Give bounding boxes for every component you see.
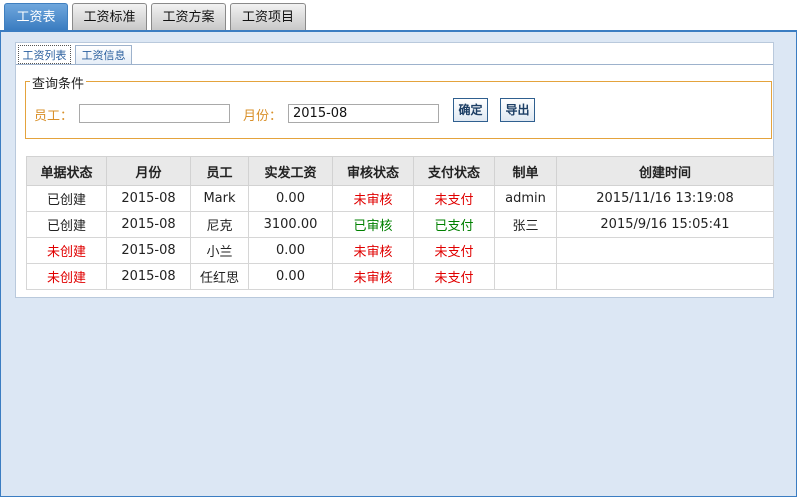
payment-status-cell: 未支付 (413, 185, 495, 212)
month-label: 月份： (243, 109, 283, 124)
employee-cell: 小兰 (190, 237, 249, 264)
net-pay-cell: 0.00 (248, 185, 333, 212)
audit-status-cell: 未审核 (332, 263, 414, 290)
creator-cell: admin (494, 185, 557, 212)
payment-status-cell: 未支付 (413, 237, 495, 264)
content-box: 工资列表 工资信息 查询条件 员工： 月份： 2015-08 确定 导出 单据状… (15, 42, 774, 298)
top-tab-bar: 工资表 工资标准 工资方案 工资项目 (0, 0, 797, 31)
tab-salary-sheet[interactable]: 工资表 (4, 3, 68, 30)
column-header[interactable]: 创建时间 (556, 156, 774, 186)
created-time-cell (556, 237, 774, 264)
month-cell: 2015-08 (106, 263, 191, 290)
main-panel: 工资列表 工资信息 查询条件 员工： 月份： 2015-08 确定 导出 单据状… (0, 30, 797, 497)
subtab-salary-list[interactable]: 工资列表 (18, 45, 71, 64)
table-row[interactable]: 已创建 2015-08 尼克 3100.00 已审核 已支付 张三 2015/9… (26, 211, 774, 238)
month-input[interactable]: 2015-08 (288, 104, 439, 123)
table-header-row: 单据状态 月份 员工 实发工资 审核状态 支付状态 制单 创建时间 (26, 156, 774, 186)
confirm-button[interactable]: 确定 (453, 98, 488, 122)
doc-status-cell: 已创建 (26, 185, 107, 212)
column-header[interactable]: 制单 (494, 156, 557, 186)
net-pay-cell: 0.00 (248, 263, 333, 290)
subtab-divider (16, 64, 773, 65)
employee-cell: 任红思 (190, 263, 249, 290)
payment-status-cell: 已支付 (413, 211, 495, 238)
created-time-cell: 2015/11/16 13:19:08 (556, 185, 774, 212)
creator-cell (494, 263, 557, 290)
employee-cell: 尼克 (190, 211, 249, 238)
salary-table: 单据状态 月份 员工 实发工资 审核状态 支付状态 制单 创建时间 已创建 20… (26, 156, 774, 290)
creator-cell: 张三 (494, 211, 557, 238)
doc-status-cell: 未创建 (26, 237, 107, 264)
column-header[interactable]: 审核状态 (332, 156, 414, 186)
payment-status-cell: 未支付 (413, 263, 495, 290)
column-header[interactable]: 支付状态 (413, 156, 495, 186)
net-pay-cell: 0.00 (248, 237, 333, 264)
net-pay-cell: 3100.00 (248, 211, 333, 238)
doc-status-cell: 未创建 (26, 263, 107, 290)
query-conditions-fieldset: 查询条件 员工： 月份： 2015-08 确定 导出 (25, 73, 772, 139)
tab-salary-plan[interactable]: 工资方案 (151, 3, 226, 30)
column-header[interactable]: 员工 (190, 156, 249, 186)
doc-status-cell: 已创建 (26, 211, 107, 238)
creator-cell (494, 237, 557, 264)
created-time-cell: 2015/9/16 15:05:41 (556, 211, 774, 238)
audit-status-cell: 未审核 (332, 237, 414, 264)
column-header[interactable]: 单据状态 (26, 156, 107, 186)
column-header[interactable]: 实发工资 (248, 156, 333, 186)
table-row[interactable]: 未创建 2015-08 任红思 0.00 未审核 未支付 (26, 263, 774, 290)
query-legend: 查询条件 (30, 73, 87, 92)
month-cell: 2015-08 (106, 237, 191, 264)
month-cell: 2015-08 (106, 211, 191, 238)
subtab-salary-info[interactable]: 工资信息 (75, 45, 132, 64)
month-cell: 2015-08 (106, 185, 191, 212)
employee-input[interactable] (79, 104, 230, 123)
table-row[interactable]: 已创建 2015-08 Mark 0.00 未审核 未支付 admin 2015… (26, 185, 774, 212)
table-row[interactable]: 未创建 2015-08 小兰 0.00 未审核 未支付 (26, 237, 774, 264)
audit-status-cell: 已审核 (332, 211, 414, 238)
column-header[interactable]: 月份 (106, 156, 191, 186)
tab-salary-item[interactable]: 工资项目 (230, 3, 306, 30)
employee-cell: Mark (190, 185, 249, 212)
export-button[interactable]: 导出 (500, 98, 535, 122)
tab-salary-standard[interactable]: 工资标准 (72, 3, 147, 30)
employee-label: 员工： (34, 109, 74, 124)
audit-status-cell: 未审核 (332, 185, 414, 212)
created-time-cell (556, 263, 774, 290)
